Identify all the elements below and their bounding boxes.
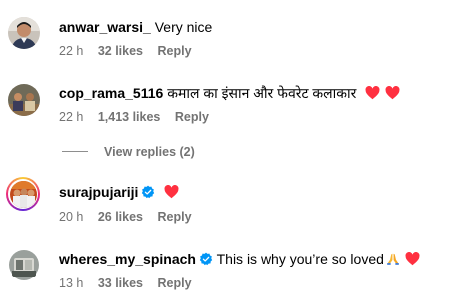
folded-hands-icon (387, 253, 399, 265)
comment-text: Very nice (154, 19, 213, 35)
timestamp: 20 h (59, 210, 84, 224)
comment-text: This is why you’re so loved (216, 251, 384, 267)
story-ring-avatar[interactable] (6, 177, 40, 211)
comment-line: surajpujariji (59, 183, 179, 201)
view-replies-label: View replies (2) (104, 145, 195, 159)
comment-line: cop_rama_5116 कमाल का इंसान और फेवरेट कल… (59, 84, 400, 102)
comment-line: wheres_my_spinach This is why you’re so … (59, 250, 420, 268)
likes-count[interactable]: 26 likes (98, 210, 143, 224)
timestamp: 13 h (59, 276, 84, 290)
reply-button[interactable]: Reply (158, 276, 192, 290)
verified-badge-icon (199, 252, 213, 266)
likes-count[interactable]: 1,413 likes (98, 110, 161, 124)
timestamp: 22 h (59, 110, 84, 124)
view-replies-button[interactable]: View replies (2) (62, 144, 195, 160)
reply-button[interactable]: Reply (158, 44, 192, 58)
red-heart-icon (405, 252, 420, 266)
avatar[interactable] (8, 17, 40, 49)
avatar[interactable] (8, 84, 40, 116)
avatar[interactable] (8, 249, 40, 281)
red-heart-icon (385, 86, 400, 100)
username[interactable]: anwar_warsi_ (59, 19, 151, 35)
timestamp: 22 h (59, 44, 84, 58)
divider (62, 151, 88, 152)
comment-meta: 22 h 1,413 likes Reply (59, 109, 220, 125)
likes-count[interactable]: 33 likes (98, 276, 143, 290)
red-heart-icon (164, 185, 179, 199)
username[interactable]: cop_rama_5116 (59, 85, 163, 101)
reply-button[interactable]: Reply (158, 210, 192, 224)
verified-badge-icon (142, 185, 155, 199)
likes-count[interactable]: 32 likes (98, 44, 143, 58)
comment-meta: 13 h 33 likes Reply (59, 275, 203, 291)
reply-button[interactable]: Reply (175, 110, 209, 124)
comment-meta: 22 h 32 likes Reply (59, 43, 203, 59)
comment-meta: 20 h 26 likes Reply (59, 209, 203, 225)
username[interactable]: surajpujariji (59, 184, 138, 200)
comment-line: anwar_warsi_ Very nice (59, 18, 212, 36)
red-heart-icon (365, 86, 380, 100)
username[interactable]: wheres_my_spinach (59, 251, 196, 267)
comment-text: कमाल का इंसान और फेवरेट कलाकार (167, 85, 357, 101)
